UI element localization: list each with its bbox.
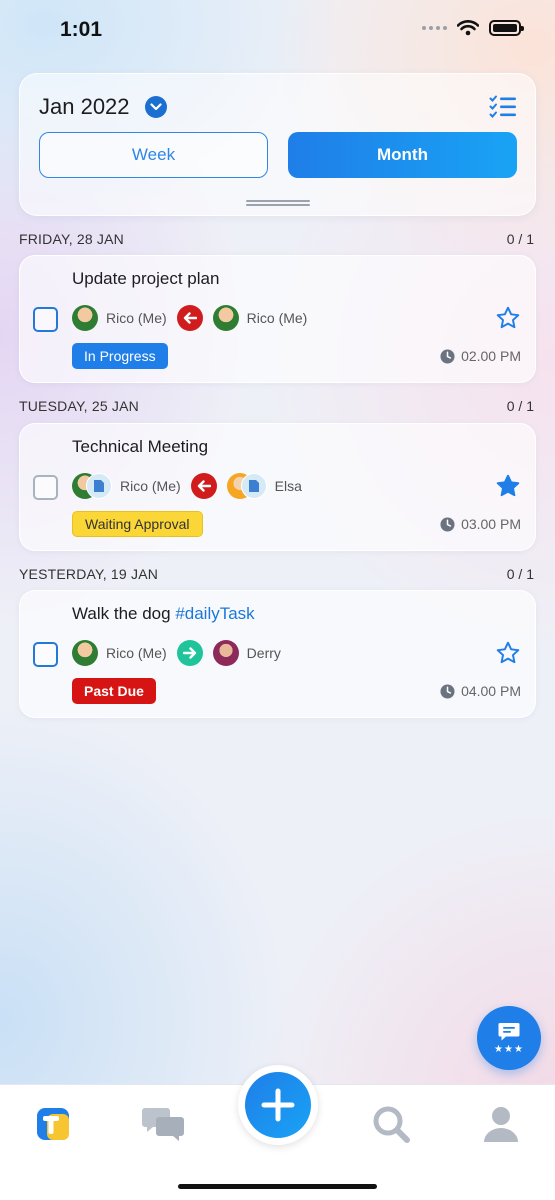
status-badge: In Progress [72,343,168,369]
section-date: FRIDAY, 28 JAN [19,231,124,247]
nav-search-button[interactable] [368,1101,414,1147]
avatar [72,640,98,666]
avatar [72,305,98,331]
task-title: Technical Meeting [72,437,209,456]
assigner-name: Rico (Me) [106,310,167,326]
chevron-down-icon[interactable] [145,96,167,118]
task-time: 03.00 PM [440,516,521,532]
status-time: 1:01 [60,18,103,41]
bottom-nav [0,1065,555,1200]
wifi-icon [457,20,479,36]
month-title[interactable]: Jan 2022 [39,94,130,120]
task-assignment: Rico (Me) Elsa [72,472,302,500]
add-icon [261,1088,295,1122]
task-time-label: 02.00 PM [461,348,521,364]
avatar-group [226,473,267,499]
task-card[interactable]: Walk the dog #dailyTask Rico (Me) Derry … [19,590,536,718]
clock-icon [440,516,455,532]
task-card[interactable]: Update project plan Rico (Me) Rico (Me) … [19,255,536,383]
task-time: 04.00 PM [440,683,521,699]
review-fab-button[interactable]: ★★★ [477,1006,541,1070]
arrow-right-icon [176,640,203,666]
task-assignment: Rico (Me) Derry [72,639,281,667]
section-count: 0 / 1 [506,566,534,582]
status-badge: Past Due [72,678,156,704]
task-assignment: Rico (Me) Rico (Me) [72,304,307,332]
section-date: TUESDAY, 25 JAN [19,398,139,414]
clock-icon [440,683,455,699]
task-checkbox[interactable] [33,475,58,500]
task-title-text: Walk the dog [72,604,176,623]
task-time-label: 03.00 PM [461,516,521,532]
assignee-name: Derry [246,645,281,661]
task-time: 02.00 PM [440,348,521,364]
profile-icon [484,1107,518,1142]
assigner-name: Rico (Me) [120,478,181,494]
section-count: 0 / 1 [506,231,534,247]
nav-chat-button[interactable] [140,1101,186,1147]
task-checkbox[interactable] [33,642,58,667]
section-date: YESTERDAY, 19 JAN [19,566,159,582]
task-card[interactable]: Technical Meeting Rico (Me) Elsa Waiting… [19,423,536,551]
search-icon [373,1106,410,1143]
star-icon[interactable] [495,640,521,671]
task-checkbox[interactable] [33,307,58,332]
segment-week-button[interactable]: Week [39,132,268,178]
battery-icon [489,20,524,36]
arrow-left-icon [190,473,217,499]
task-title: Update project plan [72,269,220,288]
clock-icon [440,348,455,364]
nav-home-button[interactable] [30,1101,76,1147]
document-avatar-icon [240,473,267,499]
star-icon[interactable] [495,305,521,336]
status-badge: Waiting Approval [72,511,203,537]
status-icons [422,20,524,36]
add-task-button[interactable] [238,1065,318,1145]
checklist-icon[interactable] [489,95,517,124]
app-logo-icon [37,1108,69,1140]
assignee-name: Rico (Me) [246,310,308,326]
drag-handle[interactable] [246,200,310,206]
chat-review-icon [498,1022,520,1040]
avatar [212,305,239,331]
avatar-group [72,473,112,499]
home-indicator [178,1184,377,1189]
task-hashtag[interactable]: #dailyTask [175,604,254,623]
task-time-label: 04.00 PM [461,683,521,699]
calendar-header-card: Jan 2022 Week Month [19,73,536,216]
arrow-left-icon [176,305,203,331]
star-icon[interactable] [495,473,521,504]
task-title: Walk the dog #dailyTask [72,604,255,624]
assignee-name: Elsa [274,478,302,494]
signal-icon [422,26,447,30]
rating-stars-icon: ★★★ [494,1043,524,1055]
section-count: 0 / 1 [506,398,534,414]
document-avatar-icon [86,473,112,499]
chat-icon [142,1108,184,1141]
avatar [212,640,239,666]
assigner-name: Rico (Me) [106,645,167,661]
segment-month-button[interactable]: Month [288,132,517,178]
nav-profile-button[interactable] [478,1101,524,1147]
